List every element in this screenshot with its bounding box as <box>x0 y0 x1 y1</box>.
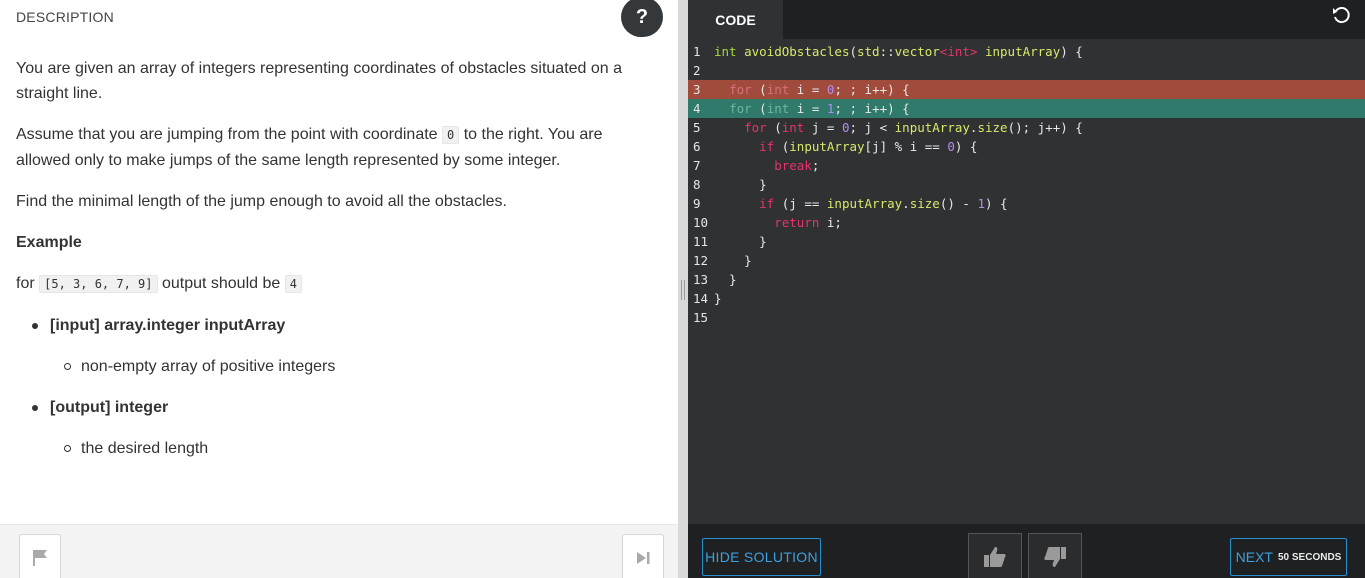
input-spec-desc-item: non-empty array of positive integers <box>64 354 656 379</box>
example-prefix: for <box>16 275 35 292</box>
example-line: for [5, 3, 6, 7, 9] output should be 4 <box>16 271 656 297</box>
code-line-removed: 3 for (int i = 0; ; i++) { <box>688 80 1365 99</box>
line-number: 9 <box>693 196 701 211</box>
code-line: 14} <box>688 289 1365 308</box>
code-footer: HIDE SOLUTION NEXT 50 SECONDS <box>688 524 1365 578</box>
code-line: 12 } <box>688 251 1365 270</box>
example-middle: output should be <box>161 275 281 292</box>
help-button[interactable]: ? <box>621 0 663 37</box>
example-heading: Example <box>16 234 82 251</box>
input-spec-desc: non-empty array of positive integers <box>81 358 336 375</box>
thumbs-up-icon <box>984 547 1006 567</box>
code-editor[interactable]: 1 int avoidObstacles(std::vector<int> inp… <box>688 42 1365 522</box>
code-line: 6 if (inputArray[j] % i == 0) { <box>688 137 1365 156</box>
line-number: 4 <box>693 101 701 116</box>
description-pane: DESCRIPTION ? You are given an array of … <box>0 0 678 578</box>
next-label: NEXT <box>1235 549 1273 565</box>
output-spec-desc-item: the desired length <box>64 436 656 461</box>
line-number: 7 <box>693 158 701 173</box>
line-number: 15 <box>693 310 709 325</box>
code-pane: CODE 1 int avoidObstacles(std::vector<int… <box>688 0 1365 578</box>
para2-text-before: Assume that you are jumping from the poi… <box>16 126 438 143</box>
description-para-2: Assume that you are jumping from the poi… <box>16 122 656 173</box>
line-number: 14 <box>693 291 709 306</box>
tab-code[interactable]: CODE <box>688 0 783 39</box>
reset-button[interactable] <box>1328 2 1354 28</box>
line-number: 11 <box>693 234 709 249</box>
thumbs-down-button[interactable] <box>1028 533 1082 578</box>
code-topbar: CODE <box>688 0 1365 39</box>
example-input-code: [5, 3, 6, 7, 9] <box>39 275 158 293</box>
code-line: 5 for (int j = 0; j < inputArray.size();… <box>688 118 1365 137</box>
inline-code-zero: 0 <box>442 126 460 144</box>
flag-button[interactable] <box>19 534 61 578</box>
bullet-icon <box>32 405 38 411</box>
next-button[interactable]: NEXT 50 SECONDS <box>1230 538 1347 576</box>
line-number: 10 <box>693 215 709 230</box>
description-para-1: You are given an array of integers repre… <box>16 60 623 102</box>
line-number: 1 <box>693 44 701 59</box>
code-line: 7 break; <box>688 156 1365 175</box>
code-line: 15 <box>688 308 1365 327</box>
code-line: 11 } <box>688 232 1365 251</box>
input-spec-item: [input] array.integer inputArray <box>32 313 656 338</box>
code-line: 10 return i; <box>688 213 1365 232</box>
line-number: 6 <box>693 139 701 154</box>
code-line: 9 if (j == inputArray.size() - 1) { <box>688 194 1365 213</box>
description-body: You are given an array of integers repre… <box>16 56 656 477</box>
description-header: DESCRIPTION <box>16 9 114 25</box>
code-line-added: 4 for (int i = 1; ; i++) { <box>688 99 1365 118</box>
line-number: 13 <box>693 272 709 287</box>
code-line: 2 <box>688 61 1365 80</box>
description-para-3: Find the minimal length of the jump enou… <box>16 193 507 210</box>
description-footer <box>0 524 678 578</box>
sub-bullet-icon <box>64 363 71 370</box>
line-number: 12 <box>693 253 709 268</box>
input-spec-label: [input] array.integer inputArray <box>50 317 286 334</box>
sub-bullet-icon <box>64 445 71 452</box>
thumbs-up-button[interactable] <box>968 533 1022 578</box>
io-spec-list: [input] array.integer inputArray non-emp… <box>16 313 656 461</box>
hide-solution-button[interactable]: HIDE SOLUTION <box>702 538 821 576</box>
line-number: 2 <box>693 63 701 78</box>
output-spec-label: [output] integer <box>50 399 169 416</box>
bullet-icon <box>32 323 38 329</box>
next-timer: 50 SECONDS <box>1277 551 1342 563</box>
line-number: 5 <box>693 120 701 135</box>
output-spec-desc: the desired length <box>81 440 209 457</box>
example-output-code: 4 <box>284 275 302 293</box>
line-number: 8 <box>693 177 701 192</box>
line-number: 3 <box>693 82 701 97</box>
thumbs-down-icon <box>1044 547 1066 567</box>
divider-grip-icon[interactable] <box>681 280 685 300</box>
reset-icon <box>1333 7 1350 24</box>
output-spec-item: [output] integer <box>32 395 656 420</box>
code-line: 13 } <box>688 270 1365 289</box>
flag-icon <box>33 550 47 566</box>
skip-button[interactable] <box>622 534 664 578</box>
code-line: 1 int avoidObstacles(std::vector<int> inp… <box>688 42 1365 61</box>
code-line: 8 } <box>688 175 1365 194</box>
skip-forward-icon <box>637 552 650 564</box>
